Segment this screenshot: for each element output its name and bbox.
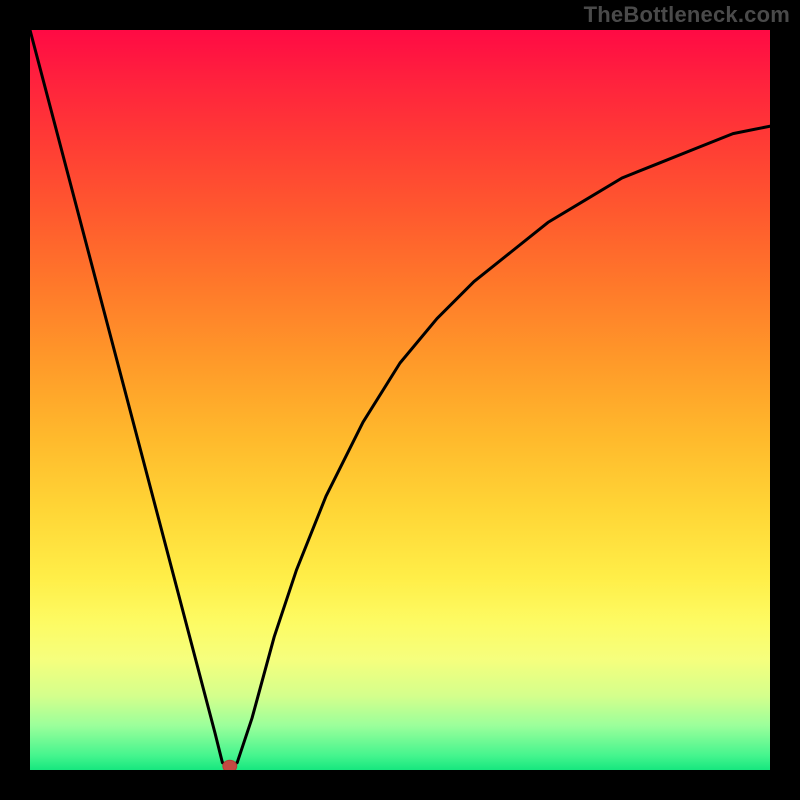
curve-canvas <box>30 30 770 770</box>
bottleneck-curve <box>30 30 770 766</box>
plot-area <box>30 30 770 770</box>
minimum-marker <box>223 760 237 770</box>
chart-frame: TheBottleneck.com <box>0 0 800 800</box>
watermark-text: TheBottleneck.com <box>584 2 790 28</box>
